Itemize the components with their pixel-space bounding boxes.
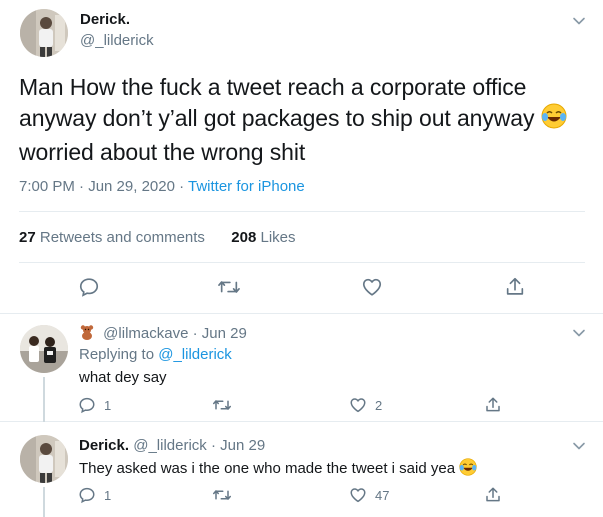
reply-count: 1 [104,487,112,503]
like-button[interactable]: 47 [349,486,389,504]
divider [19,262,585,263]
heart-icon [350,398,366,413]
comment-bubble-icon [79,487,95,504]
share-icon [486,397,500,412]
replying-to-handle[interactable]: @_lilderick [158,346,232,363]
likes-count[interactable]: 208 [231,229,256,246]
author-name[interactable]: Derick. [80,11,130,29]
avatar[interactable] [20,435,68,483]
handle[interactable]: @_lilderick [80,32,154,49]
comment-bubble-icon [79,278,99,297]
chevron-down-icon[interactable] [572,326,586,340]
tweet-meta: 7:00 PM · Jun 29, 2020 · Twitter for iPh… [19,178,305,195]
reply-count: 1 [104,397,112,413]
reply-button[interactable]: 1 [78,486,111,504]
share-button[interactable] [504,276,526,298]
like-count: 47 [375,487,390,503]
thread-line [43,487,45,517]
share-icon [486,487,500,502]
retweets-stat[interactable]: 27 Retweets and comments [19,229,205,246]
timestamp[interactable]: 7:00 PM · Jun 29, 2020 · [19,178,188,195]
thread-line [43,377,45,422]
tweet-text-end: worried about the wrong shit [19,139,306,165]
chevron-down-icon[interactable] [572,14,586,28]
handle[interactable]: @_lilderick [133,437,207,454]
display-name[interactable]: Derick. [80,11,130,28]
display-name[interactable]: Derick. [79,437,129,454]
reply-date[interactable]: · Jun 29 [193,325,247,342]
tweet-source[interactable]: Twitter for iPhone [188,178,305,195]
share-icon [506,277,524,295]
avatar[interactable] [20,9,68,57]
retweet-icon [218,281,240,293]
chevron-down-icon[interactable] [572,439,586,453]
reply-tweet: Derick. @_lilderick · Jun 29 They asked … [0,423,603,517]
like-button[interactable]: 2 [349,396,382,414]
likes-label[interactable]: Likes [260,229,295,246]
reply-text: They asked was i the one who made the tw… [79,458,477,480]
retweet-button[interactable] [217,276,241,298]
like-button[interactable] [361,276,383,298]
retweets-label[interactable]: Retweets and comments [40,229,205,246]
tears-of-joy-emoji [541,103,567,137]
reply-text-body: They asked was i the one who made the tw… [79,459,456,477]
tweet-stats: 27 Retweets and comments 208 Likes [19,229,296,246]
avatar[interactable] [20,325,68,373]
heart-icon [362,278,382,296]
retweets-count[interactable]: 27 [19,229,36,246]
heart-icon [350,488,366,503]
divider [19,211,585,212]
share-button[interactable] [484,396,502,414]
retweet-icon [213,400,231,410]
teddy-bear-emoji [79,324,95,344]
reply-button[interactable]: 1 [78,396,111,414]
retweet-icon [213,490,231,500]
tears-of-joy-emoji [459,458,477,480]
main-tweet: Derick. @_lilderick Man How the fuck a t… [0,0,603,314]
retweet-button[interactable] [212,486,240,504]
handle[interactable]: @lilmackave [103,325,188,342]
reply-header: Derick. @_lilderick · Jun 29 [79,437,265,454]
like-count: 2 [375,397,383,413]
replying-to: Replying to @_lilderick [79,346,232,363]
replying-to-label: Replying to [79,346,155,363]
reply-button[interactable] [78,276,100,298]
comment-bubble-icon [79,397,95,414]
tweet-text: Man How the fuck a tweet reach a corpora… [19,72,589,168]
reply-header: @lilmackave · Jun 29 [79,324,247,344]
retweet-button[interactable] [212,396,240,414]
reply-text: what dey say [79,369,167,386]
tweet-text-body: Man How the fuck a tweet reach a corpora… [19,74,535,132]
reply-date[interactable]: · Jun 29 [211,437,265,454]
share-button[interactable] [484,486,502,504]
reply-tweet: @lilmackave · Jun 29 Replying to @_lilde… [0,315,603,422]
likes-stat[interactable]: 208 Likes [231,229,295,246]
